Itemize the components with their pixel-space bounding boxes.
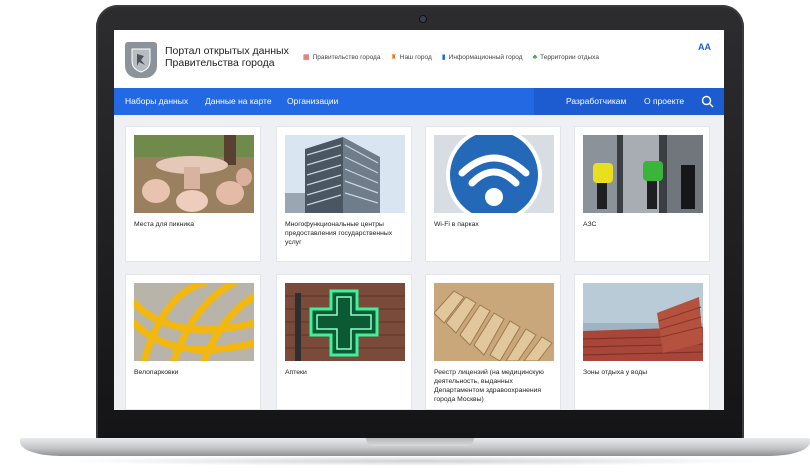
nav-item-organizations[interactable]: Организации: [287, 96, 338, 106]
camera-dot: [420, 16, 426, 22]
kremlin-icon: ♜: [390, 54, 397, 61]
dataset-card-fuel[interactable]: АЗС: [574, 126, 710, 262]
nav-item-about[interactable]: О проекте: [644, 96, 684, 106]
office-building-photo: [285, 135, 405, 213]
nav-right-section: [534, 88, 724, 115]
screen: Портал открытых данных Правительства гор…: [114, 30, 724, 410]
dataset-card-wifi[interactable]: Wi-Fi в парках: [425, 126, 561, 262]
laptop-notch: [366, 438, 474, 446]
dataset-card-mfc[interactable]: Многофункциональные центры предоставлени…: [276, 126, 412, 262]
dataset-card-bike-parking[interactable]: Велопарковки: [125, 274, 261, 410]
picnic-table-photo: [134, 135, 254, 213]
site-title-line1: Портал открытых данных: [165, 45, 289, 57]
site-header: Портал открытых данных Правительства гор…: [114, 30, 724, 88]
tree-icon: ♣: [532, 54, 538, 61]
dataset-card-license-registry[interactable]: Реестр лицензий (на медицинскую деятельн…: [425, 274, 561, 410]
dataset-card-title: Аптеки: [285, 369, 307, 376]
dataset-card-title: Wi-Fi в парках: [434, 221, 479, 228]
top-link-government[interactable]: ▦ Правительство города: [303, 54, 380, 61]
dataset-card-title: Многофункциональные центры предоставлени…: [285, 221, 393, 246]
search-icon[interactable]: [701, 95, 714, 108]
dataset-card-picnic[interactable]: Места для пикника: [125, 126, 261, 262]
top-links: ▦ Правительство города ♜ Наш город ▮ Инф…: [303, 54, 599, 61]
pharmacy-cross-photo: [285, 283, 405, 361]
dataset-card-title: Реестр лицензий (на медицинскую деятельн…: [434, 369, 544, 403]
nav-item-developers[interactable]: Разработчикам: [566, 96, 626, 106]
waterfront-bench-photo: [583, 283, 703, 361]
nav-item-map-data[interactable]: Данные на карте: [205, 96, 272, 106]
nav-item-datasets[interactable]: Наборы данных: [125, 96, 188, 106]
dataset-card-waterfront[interactable]: Зоны отдыха у воды: [574, 274, 710, 410]
file-folders-photo: [434, 283, 554, 361]
dataset-card-title: Зоны отдыха у воды: [583, 369, 648, 376]
font-size-toggle[interactable]: AA: [698, 42, 711, 52]
dataset-card-title: Места для пикника: [134, 221, 195, 228]
site-title[interactable]: Портал открытых данных Правительства гор…: [165, 45, 295, 69]
chart-icon: ▮: [441, 54, 446, 61]
dataset-card-pharmacy[interactable]: Аптеки: [276, 274, 412, 410]
nav-bar: Наборы данных Данные на карте Организаци…: [114, 88, 724, 115]
building-icon: ▦: [303, 54, 310, 61]
laptop-shadow: [60, 456, 770, 466]
top-link-recreation[interactable]: ♣ Территории отдыха: [533, 54, 599, 61]
bike-rack-photo: [134, 283, 254, 361]
wifi-sign-photo: [434, 135, 554, 213]
coat-of-arms-logo[interactable]: [125, 42, 157, 78]
dataset-card-title: АЗС: [583, 221, 597, 228]
dataset-card-title: Велопарковки: [134, 369, 179, 376]
top-link-our-city[interactable]: ♜ Наш город: [390, 54, 431, 61]
fuel-pumps-photo: [583, 135, 703, 213]
site-title-line2: Правительства города: [165, 57, 275, 69]
top-link-info-city[interactable]: ▮ Информационный город: [442, 54, 523, 61]
